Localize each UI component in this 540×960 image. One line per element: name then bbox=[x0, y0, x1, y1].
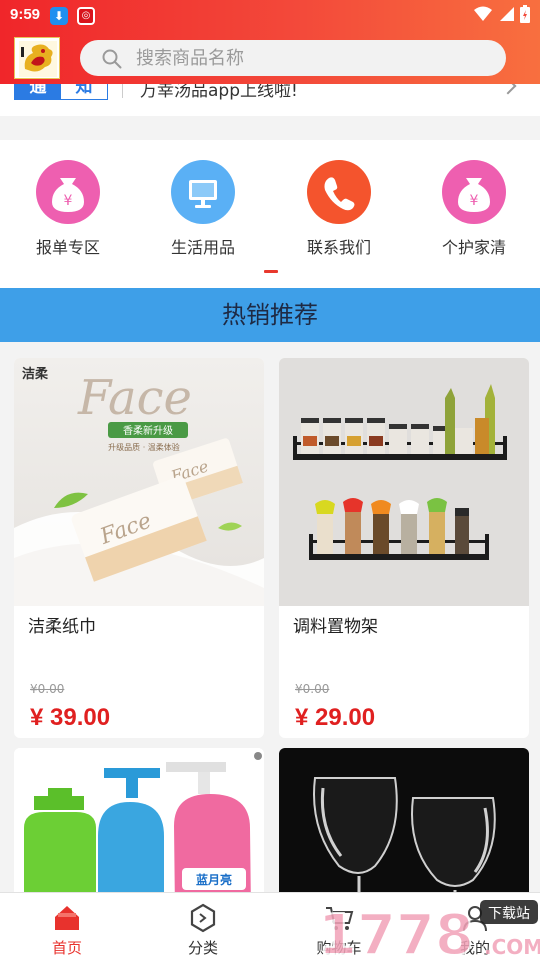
signal-icon bbox=[500, 7, 514, 21]
category-item-contact-us[interactable]: 联系我们 bbox=[289, 160, 389, 258]
wifi-icon bbox=[474, 6, 492, 21]
category-item-daily-goods[interactable]: 生活用品 bbox=[153, 160, 253, 258]
svg-text:洁柔: 洁柔 bbox=[22, 366, 49, 382]
product-image-spice-rack bbox=[279, 358, 529, 606]
category-label: 联系我们 bbox=[306, 238, 371, 257]
tab-label: 首页 bbox=[51, 939, 82, 957]
tab-home[interactable]: 首页 bbox=[22, 903, 112, 958]
product-grid: Face 香柔新升级 升级品质 · 温柔体验 Face Face 洁柔 洁柔纸巾… bbox=[0, 342, 540, 892]
product-card[interactable] bbox=[279, 748, 529, 892]
svg-text:Face: Face bbox=[77, 370, 192, 426]
category-label: 个护家清 bbox=[441, 238, 506, 257]
search-icon bbox=[102, 49, 122, 69]
tab-category[interactable]: 分类 bbox=[158, 903, 248, 958]
search-input[interactable] bbox=[136, 40, 486, 76]
svg-text:香柔新升级: 香柔新升级 bbox=[123, 424, 173, 437]
product-original-price: ¥0.00 bbox=[30, 682, 65, 696]
section-title: 热销推荐 bbox=[0, 288, 540, 342]
user-icon bbox=[460, 903, 490, 933]
tab-label: 购物车 bbox=[316, 939, 362, 957]
product-card[interactable]: 蓝月亮 bbox=[14, 748, 264, 892]
battery-icon bbox=[520, 5, 530, 23]
svg-text:¥: ¥ bbox=[470, 193, 479, 209]
page-indicator bbox=[264, 270, 278, 273]
category-item-personal-care[interactable]: ¥ 个护家清 bbox=[424, 160, 524, 258]
download-icon: ⬇ bbox=[50, 7, 68, 25]
status-icons bbox=[474, 5, 530, 23]
svg-text:蓝月亮: 蓝月亮 bbox=[196, 872, 232, 887]
category-icon bbox=[188, 903, 218, 933]
money-bag-icon: ¥ bbox=[36, 160, 100, 224]
tab-label: 分类 bbox=[187, 939, 218, 957]
category-item-baodan[interactable]: ¥ 报单专区 bbox=[18, 160, 118, 258]
dragon-logo-icon bbox=[19, 41, 57, 77]
product-image-tissue: Face 香柔新升级 升级品质 · 温柔体验 Face Face 洁柔 bbox=[14, 358, 264, 606]
product-price: ¥ 29.00 bbox=[295, 704, 376, 731]
app-logo[interactable] bbox=[14, 37, 60, 79]
tab-cart[interactable]: 购物车 bbox=[294, 903, 384, 958]
tab-label: 我的 bbox=[459, 939, 490, 957]
monitor-icon bbox=[171, 160, 235, 224]
phone-icon bbox=[307, 160, 371, 224]
svg-text:¥: ¥ bbox=[64, 193, 73, 209]
cart-icon bbox=[324, 903, 354, 933]
category-label: 生活用品 bbox=[170, 238, 235, 257]
product-name: 洁柔纸巾 bbox=[28, 617, 96, 637]
search-bar[interactable] bbox=[80, 40, 506, 76]
tab-profile[interactable]: 我的 bbox=[430, 903, 520, 958]
category-label: 报单专区 bbox=[35, 238, 100, 257]
money-bag-icon: ¥ bbox=[442, 160, 506, 224]
status-bar: 9:59 ⬇ ◎ bbox=[0, 0, 540, 32]
home-icon bbox=[52, 903, 82, 933]
svg-text:升级品质 · 温柔体验: 升级品质 · 温柔体验 bbox=[108, 442, 180, 452]
bottom-tab-bar: 首页 分类 购物车 我的 bbox=[0, 892, 540, 960]
product-card[interactable]: Face 香柔新升级 升级品质 · 温柔体验 Face Face 洁柔 洁柔纸巾… bbox=[14, 358, 264, 738]
app-notification-icon: ◎ bbox=[77, 7, 95, 25]
product-image-wine-glass bbox=[279, 748, 529, 892]
category-nav: ¥ 报单专区 生活用品 联系我们 ¥ 个护家清 bbox=[0, 140, 540, 288]
product-name: 调料置物架 bbox=[293, 617, 378, 637]
product-image-detergent: 蓝月亮 bbox=[14, 748, 264, 892]
product-price: ¥ 39.00 bbox=[30, 704, 111, 731]
product-original-price: ¥0.00 bbox=[295, 682, 330, 696]
top-header: 9:59 ⬇ ◎ bbox=[0, 0, 540, 84]
status-time: 9:59 bbox=[10, 6, 41, 23]
section-divider bbox=[0, 116, 540, 140]
product-card[interactable]: 调料置物架 ¥0.00 ¥ 29.00 bbox=[279, 358, 529, 738]
